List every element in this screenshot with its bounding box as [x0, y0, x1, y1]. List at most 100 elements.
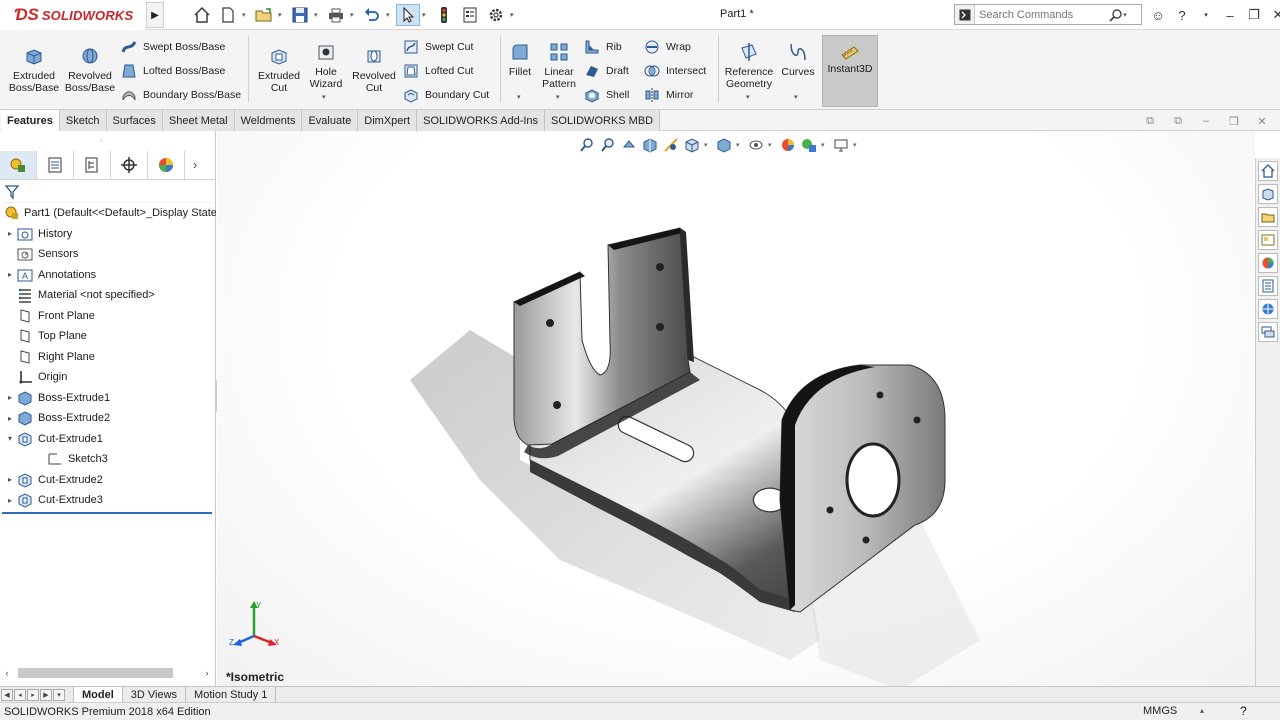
- propertymanager-tab[interactable]: [37, 150, 74, 179]
- next-tab-button[interactable]: ▸: [27, 688, 39, 701]
- curves-button[interactable]: Curves: [780, 40, 816, 78]
- select-dropdown[interactable]: ▾: [422, 11, 430, 19]
- view-palette-tab[interactable]: [1258, 230, 1278, 250]
- swept-cut-button[interactable]: Swept Cut: [402, 38, 473, 56]
- curves-dropdown[interactable]: ▾: [794, 93, 798, 101]
- reference-geometry-dropdown[interactable]: ▾: [746, 93, 750, 101]
- save-button[interactable]: [288, 4, 312, 26]
- fillet-button[interactable]: Fillet: [504, 40, 536, 78]
- expand-arrow-icon[interactable]: ▸: [4, 496, 16, 505]
- hide-show-dropdown[interactable]: ▾: [768, 141, 776, 149]
- help-dropdown[interactable]: ▾: [1196, 5, 1216, 25]
- zoom-to-fit-button[interactable]: [578, 136, 596, 154]
- help-icon[interactable]: ?: [1240, 704, 1247, 718]
- linear-pattern-button[interactable]: Linear Pattern: [538, 40, 580, 90]
- undo-button[interactable]: [360, 4, 384, 26]
- view-settings-button[interactable]: [832, 136, 850, 154]
- intersect-button[interactable]: Intersect: [643, 62, 706, 80]
- tab-mbd[interactable]: SOLIDWORKS MBD: [545, 110, 661, 131]
- displaymanager-tab[interactable]: [148, 150, 185, 179]
- lofted-cut-button[interactable]: Lofted Cut: [402, 62, 473, 80]
- community-tab[interactable]: [1258, 322, 1278, 342]
- display-style-button[interactable]: [715, 136, 733, 154]
- wrap-button[interactable]: Wrap: [643, 38, 691, 56]
- search-commands-box[interactable]: ▾: [954, 4, 1142, 25]
- tile-right-button[interactable]: ⧉: [1170, 114, 1186, 128]
- tree-item-sensors[interactable]: Sensors: [0, 244, 216, 265]
- tree-item-right-plane[interactable]: Right Plane: [0, 347, 216, 368]
- tree-item-front-plane[interactable]: Front Plane: [0, 306, 216, 327]
- tree-item-annotations[interactable]: ▸ A Annotations: [0, 265, 216, 286]
- featuremanager-tab[interactable]: [0, 150, 37, 179]
- tab-dimxpert[interactable]: DimXpert: [358, 110, 418, 131]
- tree-item-cut-extrude1[interactable]: ▾ Cut-Extrude1: [0, 429, 216, 450]
- view-orientation-button[interactable]: [683, 136, 701, 154]
- menu-expand-button[interactable]: ▶: [146, 2, 164, 28]
- mirror-button[interactable]: Mirror: [643, 86, 693, 104]
- appearances-tab[interactable]: [1258, 253, 1278, 273]
- rebuild-button[interactable]: [432, 4, 456, 26]
- open-dropdown[interactable]: ▾: [278, 11, 286, 19]
- design-library-tab[interactable]: [1258, 184, 1278, 204]
- draft-button[interactable]: Draft: [583, 62, 629, 80]
- tree-item-sketch3[interactable]: Sketch3: [0, 449, 216, 470]
- view-orientation-dropdown[interactable]: ▾: [704, 141, 712, 149]
- doc-minimize-button[interactable]: –: [1198, 114, 1214, 128]
- print-button[interactable]: [324, 4, 348, 26]
- search-icon[interactable]: ▾: [1105, 8, 1131, 22]
- new-dropdown[interactable]: ▾: [242, 11, 250, 19]
- undo-dropdown[interactable]: ▾: [386, 11, 394, 19]
- tab-sketch[interactable]: Sketch: [59, 110, 107, 131]
- close-button[interactable]: ✕: [1268, 5, 1280, 25]
- tab-model[interactable]: Model: [73, 687, 123, 702]
- tab-sheet-metal[interactable]: Sheet Metal: [162, 110, 235, 131]
- previous-view-button[interactable]: [620, 136, 638, 154]
- tree-filter[interactable]: [4, 181, 212, 203]
- expand-arrow-icon[interactable]: ▸: [4, 229, 16, 238]
- extruded-cut-button[interactable]: Extruded Cut: [254, 44, 304, 94]
- tree-item-cut-extrude2[interactable]: ▸ Cut-Extrude2: [0, 470, 216, 491]
- tree-item-boss-extrude1[interactable]: ▸ Boss-Extrude1: [0, 388, 216, 409]
- expand-arrow-icon[interactable]: ▸: [4, 393, 16, 402]
- boundary-boss-button[interactable]: Boundary Boss/Base: [120, 86, 241, 104]
- tab-3d-views[interactable]: 3D Views: [123, 687, 187, 702]
- extruded-boss-button[interactable]: Extruded Boss/Base: [6, 44, 62, 94]
- select-button[interactable]: [396, 4, 420, 26]
- custom-properties-tab[interactable]: [1258, 276, 1278, 296]
- tree-root-part[interactable]: Part1 (Default<<Default>_Display State: [0, 203, 216, 224]
- revolved-boss-button[interactable]: Revolved Boss/Base: [64, 44, 116, 94]
- panel-grip-icon[interactable]: ◦: [100, 136, 103, 145]
- hide-show-items-button[interactable]: [747, 136, 765, 154]
- rollback-bar[interactable]: [2, 512, 212, 514]
- dimxpertmanager-tab[interactable]: [111, 150, 148, 179]
- scroll-left-icon[interactable]: ‹: [0, 668, 14, 678]
- tile-left-button[interactable]: ⧉: [1142, 114, 1158, 128]
- solidworks-forum-tab[interactable]: [1258, 299, 1278, 319]
- swept-boss-button[interactable]: Swept Boss/Base: [120, 38, 225, 56]
- tab-features[interactable]: Features: [1, 110, 60, 131]
- collapse-arrow-icon[interactable]: ▾: [4, 434, 16, 443]
- expand-arrow-icon[interactable]: ▸: [4, 270, 16, 279]
- reference-geometry-button[interactable]: Reference Geometry: [722, 40, 776, 90]
- tree-item-cut-extrude3[interactable]: ▸ Cut-Extrude3: [0, 490, 216, 511]
- doc-restore-button[interactable]: ❐: [1226, 114, 1242, 128]
- unit-system-selector[interactable]: MMGS: [1143, 705, 1177, 717]
- scroll-thumb[interactable]: [18, 668, 173, 678]
- part-model[interactable]: [217, 131, 1255, 686]
- zoom-to-area-button[interactable]: [599, 136, 617, 154]
- expand-arrow-icon[interactable]: ▸: [4, 414, 16, 423]
- home-button[interactable]: [190, 4, 214, 26]
- file-properties-button[interactable]: [458, 4, 482, 26]
- apply-scene-button[interactable]: [800, 136, 818, 154]
- options-button[interactable]: [484, 4, 508, 26]
- section-view-button[interactable]: [641, 136, 659, 154]
- search-input[interactable]: [975, 8, 1105, 21]
- prev-tab-button[interactable]: ◂: [14, 688, 26, 701]
- scroll-right-icon[interactable]: ›: [200, 668, 214, 678]
- lofted-boss-button[interactable]: Lofted Boss/Base: [120, 62, 225, 80]
- expand-arrow-icon[interactable]: ▸: [4, 475, 16, 484]
- configurationmanager-tab[interactable]: [74, 150, 111, 179]
- last-tab-button[interactable]: ▶: [40, 688, 52, 701]
- print-dropdown[interactable]: ▾: [350, 11, 358, 19]
- user-button[interactable]: ☺: [1148, 5, 1168, 25]
